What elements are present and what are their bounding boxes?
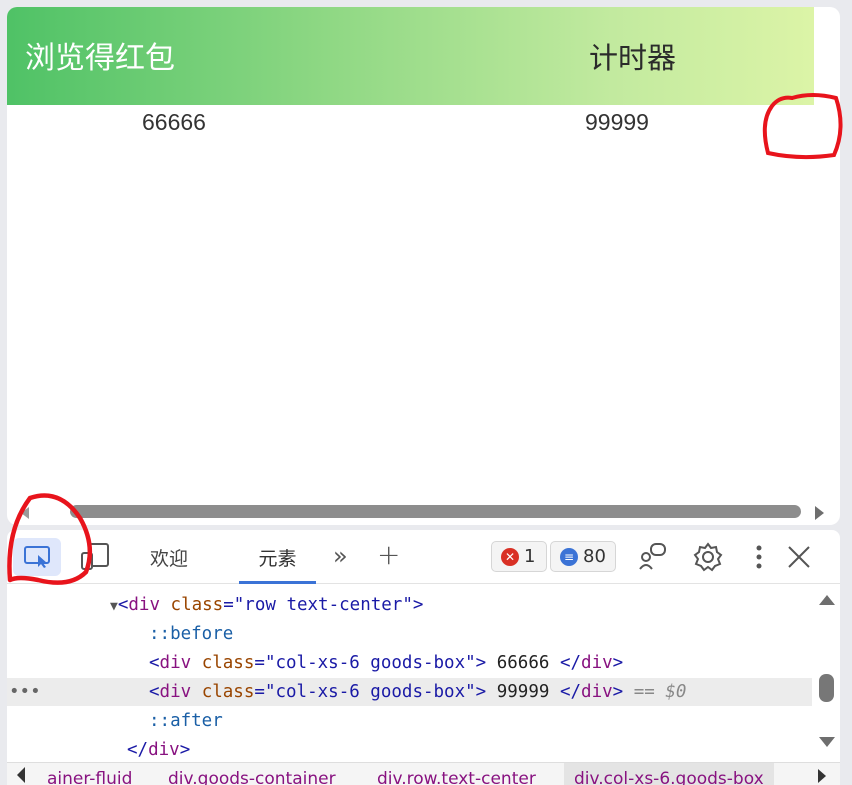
horizontal-scrollbar[interactable] [7, 502, 840, 524]
red-packet-banner: 浏览得红包 计时器 [7, 7, 814, 105]
attr-value: "row text-center" [233, 595, 413, 615]
ellipsis-icon[interactable]: ••• [7, 678, 149, 706]
error-icon: ✕ [501, 548, 519, 566]
breadcrumb: ainer-fluid div.goods-container div.row.… [7, 762, 840, 785]
device-toolbar-icon [81, 543, 109, 570]
breadcrumb-item[interactable]: div.row.text-center [377, 769, 536, 785]
goods-box-left: 66666 [142, 109, 206, 135]
attr-value: "col-xs-6 goods-box" [264, 653, 476, 673]
dom-close-row[interactable]: </div> [7, 736, 812, 760]
node-text: 66666 [486, 653, 560, 673]
attr-name: class [201, 653, 255, 673]
pseudo-before-row[interactable]: ::before [7, 620, 812, 648]
devtools-panel: 欢迎 元素 » + ✕ 1 ≡ 80 ▼<div class="row text… [7, 530, 840, 785]
goods-box-right: 99999 [585, 109, 649, 135]
vertical-scroll-thumb[interactable] [819, 674, 834, 702]
dom-node-row[interactable]: ▼<div class="row text-center"> [7, 591, 812, 619]
pseudo-after: ::after [149, 711, 223, 731]
scroll-left-arrow-icon[interactable] [21, 507, 29, 519]
device-toolbar-button[interactable] [80, 543, 112, 575]
selected-dom-node-row[interactable]: ••• <div class="col-xs-6 goods-box"> 9999… [7, 678, 812, 706]
more-tabs-icon[interactable]: » [333, 542, 348, 570]
dom-node-row[interactable]: <div class="col-xs-6 goods-box"> 66666 <… [7, 649, 812, 677]
horizontal-scroll-thumb[interactable] [70, 505, 801, 518]
selected-marker: == $0 [623, 682, 687, 702]
add-tab-icon[interactable]: + [377, 538, 400, 571]
devtools-toolbar: 欢迎 元素 » + ✕ 1 ≡ 80 [7, 530, 840, 584]
close-icon[interactable] [786, 542, 812, 576]
inspect-element-icon [24, 546, 50, 568]
browse-red-packet-label: 浏览得红包 [25, 41, 175, 76]
feedback-icon[interactable] [638, 542, 668, 576]
errors-badge[interactable]: ✕ 1 [491, 541, 547, 572]
messages-count: 80 [583, 546, 606, 567]
node-text: 99999 [486, 682, 560, 702]
screen: 浏览得红包 计时器 66666 99999 欢迎 元素 » + ✕ 1 ≡ 80… [0, 0, 852, 785]
breadcrumb-item-active[interactable]: div.col-xs-6.goods-box [564, 763, 774, 785]
vertical-scrollbar[interactable] [813, 585, 840, 760]
elements-tree: ▼<div class="row text-center"> ::before … [7, 585, 840, 760]
gear-icon[interactable] [693, 542, 723, 576]
messages-badge[interactable]: ≡ 80 [550, 541, 616, 572]
expand-triangle-icon[interactable]: ▼ [110, 599, 118, 614]
scroll-right-arrow-icon[interactable] [815, 506, 824, 520]
page-viewport: 浏览得红包 计时器 66666 99999 [7, 7, 840, 525]
timer-label: 计时器 [589, 41, 677, 75]
message-icon: ≡ [560, 548, 578, 566]
tab-elements[interactable]: 元素 [239, 544, 316, 584]
tab-welcome[interactable]: 欢迎 [150, 544, 188, 571]
inspect-element-button[interactable] [13, 538, 61, 576]
scroll-up-arrow-icon[interactable] [819, 595, 835, 605]
scroll-down-arrow-icon[interactable] [819, 737, 835, 747]
kebab-menu-icon[interactable] [755, 542, 763, 576]
breadcrumb-right-arrow-icon[interactable] [818, 769, 826, 783]
attr-name: class [170, 595, 224, 615]
breadcrumb-item[interactable]: ainer-fluid [47, 769, 132, 785]
breadcrumb-item[interactable]: div.goods-container [168, 769, 336, 785]
errors-count: 1 [524, 546, 536, 567]
pseudo-after-row[interactable]: ::after [7, 707, 812, 735]
breadcrumb-left-arrow-icon[interactable] [17, 767, 25, 783]
attr-value: "col-xs-6 goods-box" [264, 682, 476, 702]
pseudo-before: ::before [149, 624, 234, 644]
